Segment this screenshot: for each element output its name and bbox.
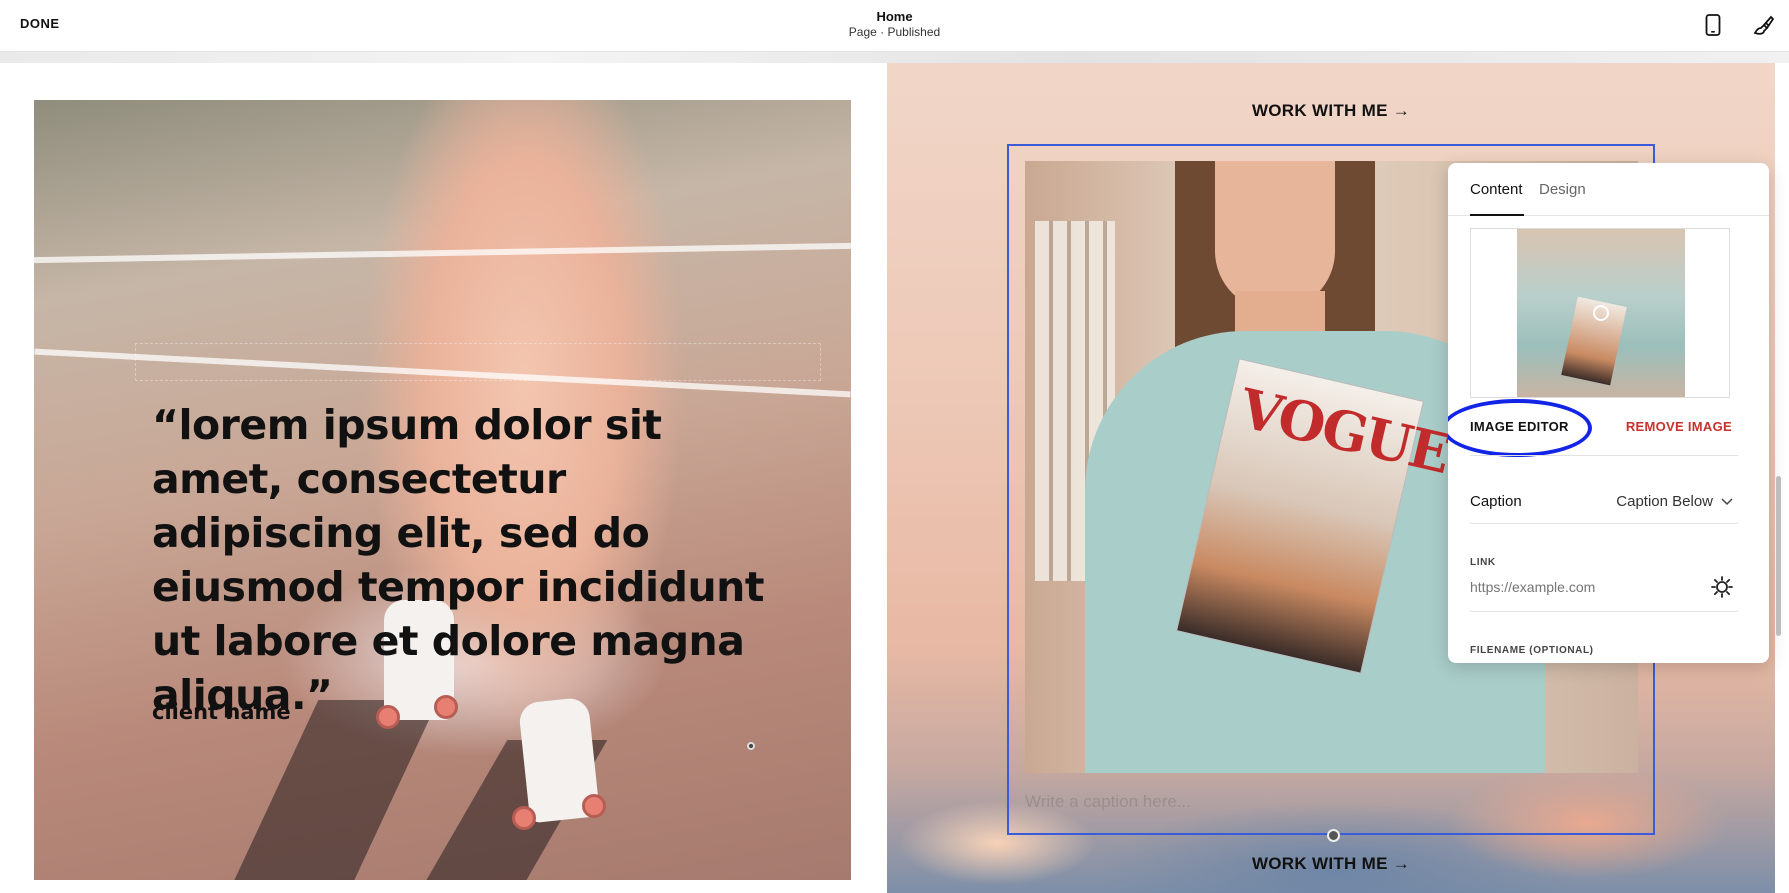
image-thumbnail-box[interactable] (1470, 228, 1730, 398)
skate-shadow (229, 700, 439, 880)
done-button[interactable]: DONE (20, 16, 60, 31)
site-styles-brush-icon[interactable] (1750, 12, 1776, 38)
link-label: LINK (1470, 557, 1496, 568)
section-edge-strip (0, 52, 1789, 63)
face (1215, 161, 1335, 311)
filename-label: FILENAME (OPTIONAL) (1470, 645, 1594, 656)
testimonial-quote[interactable]: “lorem ipsum dolor sit amet, consectetur… (152, 398, 802, 722)
caption-position-select[interactable]: Caption Below (1616, 493, 1733, 510)
court-line (34, 242, 851, 264)
cursor-dot (747, 742, 755, 750)
skate-wheel (512, 806, 536, 830)
image-caption-placeholder[interactable]: Write a caption here... (1025, 792, 1191, 812)
gear-icon[interactable] (1710, 575, 1734, 599)
tab-design[interactable]: Design (1539, 181, 1586, 198)
work-with-me-link-top[interactable]: WORK WITH ME → (887, 101, 1775, 121)
divider (1470, 611, 1738, 612)
page-title: Home (876, 9, 913, 24)
work-with-me-link-bottom[interactable]: WORK WITH ME → (887, 854, 1775, 874)
image-block-editor-panel: Content Design IMAGE EDITOR REMOVE IMAGE… (1448, 163, 1769, 663)
divider (1470, 523, 1738, 524)
page-scrollbar[interactable] (1776, 476, 1781, 636)
skate-wheel (582, 794, 606, 818)
image-editor-button[interactable]: IMAGE EDITOR (1470, 419, 1569, 434)
image-thumbnail (1517, 229, 1685, 397)
mobile-preview-icon[interactable] (1700, 12, 1726, 38)
page-status: Page · Published (848, 25, 941, 39)
active-tab-indicator (1470, 214, 1524, 216)
caption-position-value: Caption Below (1616, 493, 1713, 510)
link-url-input[interactable] (1470, 579, 1700, 595)
chevron-down-icon (1721, 497, 1733, 505)
editor-topbar: DONE Home Page · Published (0, 0, 1789, 52)
block-resize-handle[interactable] (1327, 829, 1340, 842)
client-name[interactable]: client name (152, 700, 291, 724)
testimonial-section: “lorem ipsum dolor sit amet, consectetur… (0, 63, 887, 893)
remove-image-button[interactable]: REMOVE IMAGE (1626, 419, 1732, 434)
tab-content[interactable]: Content (1470, 181, 1523, 198)
caption-label: Caption (1470, 493, 1522, 510)
divider (1470, 455, 1738, 456)
panel-tabs: Content Design (1448, 163, 1769, 216)
focal-point-icon[interactable] (1593, 305, 1609, 321)
quote-block-outline (135, 343, 821, 381)
